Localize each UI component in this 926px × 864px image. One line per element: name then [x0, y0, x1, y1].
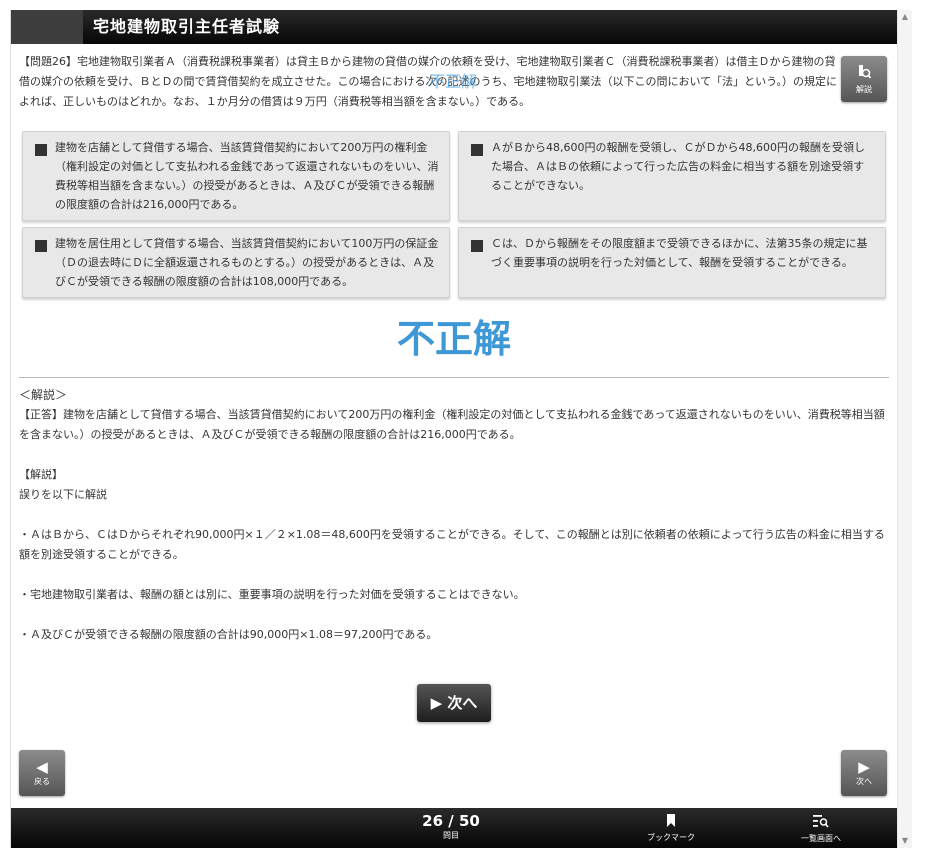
- triangle-right-icon: ▶: [858, 758, 870, 776]
- choice-4[interactable]: Ｃは、Ｄから報酬をその限度額まで受領できるほかに、法第35条の規定に基づく重要事…: [458, 227, 886, 298]
- counter-label: 問目: [443, 831, 459, 840]
- choice-3[interactable]: 建物を居住用として貸借する場合、当該賃貸借契約において100万円の保証金（Ｄの退…: [22, 227, 450, 298]
- next-button[interactable]: ▶ 次へ: [841, 750, 887, 796]
- list-view-button[interactable]: 一覧画面へ: [781, 814, 861, 845]
- bookmark-icon: [631, 814, 711, 832]
- choice-text: Ｃは、Ｄから報酬をその限度額まで受領できるほかに、法第35条の規定に基づく重要事…: [491, 237, 868, 269]
- footer-bar: 26 / 50 問目 ブックマーク 一覧画面へ: [11, 808, 897, 848]
- explanation-section: ＜解説＞ 【正答】建物を店舗として貸借する場合、当該賃貸借契約において200万円…: [19, 385, 889, 645]
- explanation-subheading: 【解説】: [19, 468, 63, 481]
- prev-label: 戻る: [34, 777, 50, 786]
- choice-text: 建物を居住用として貸借する場合、当該賃貸借契約において100万円の保証金（Ｄの退…: [55, 237, 439, 288]
- list-search-icon: [781, 814, 861, 833]
- bookmark-label: ブックマーク: [647, 833, 695, 842]
- divider: [19, 377, 889, 378]
- kaisetsu-label: 解説: [856, 85, 872, 94]
- next-question-button[interactable]: ▶ 次へ: [417, 684, 491, 722]
- correct-answer-text: 【正答】建物を店舗として貸借する場合、当該賃貸借契約において200万円の権利金（…: [19, 408, 885, 441]
- next-label: 次へ: [856, 777, 872, 786]
- explanation-heading: ＜解説＞: [19, 388, 68, 402]
- ghost-verdict-text: 不正解: [429, 72, 478, 91]
- choice-2[interactable]: ＡがＢから48,600円の報酬を受領し、ＣがＤから48,600円の報酬を受領した…: [458, 131, 886, 221]
- choice-checkbox: [471, 240, 483, 252]
- choice-text: 建物を店舗として貸借する場合、当該賃貸借契約において200万円の権利金（権利設定…: [55, 141, 439, 211]
- logo: [11, 10, 83, 44]
- choice-checkbox: [471, 144, 483, 156]
- header-bar: 宅地建物取引主任者試験: [11, 10, 897, 44]
- scrollbar[interactable]: ▲ ▼: [897, 10, 912, 848]
- choice-1[interactable]: 建物を店舗として貸借する場合、当該賃貸借契約において200万円の権利金（権利設定…: [22, 131, 450, 221]
- explanation-point-2: ・宅地建物取引業者は、報酬の額とは別に、重要事項の説明を行った対価を受領すること…: [19, 588, 525, 601]
- choice-text: ＡがＢから48,600円の報酬を受領し、ＣがＤから48,600円の報酬を受領した…: [491, 141, 865, 192]
- kaisetsu-button[interactable]: 解説: [841, 56, 887, 102]
- explanation-point-1: ・ＡはＢから、ＣはＤからそれぞれ90,000円×１／２×1.08＝48,600円…: [19, 528, 885, 561]
- page-title: 宅地建物取引主任者試験: [93, 17, 281, 36]
- scroll-down-icon[interactable]: ▼: [898, 834, 912, 848]
- choice-checkbox: [35, 144, 47, 156]
- counter-value: 26 / 50: [422, 812, 480, 830]
- app-frame: 宅地建物取引主任者試験 【問題26】宅地建物取引業者Ａ（消費税課税事業者）は貸主…: [10, 10, 898, 848]
- triangle-left-icon: ◀: [36, 758, 48, 776]
- bookmark-button[interactable]: ブックマーク: [631, 814, 711, 844]
- list-label: 一覧画面へ: [801, 834, 841, 843]
- scroll-up-icon[interactable]: ▲: [898, 10, 912, 24]
- lightbulb-icon: [841, 64, 887, 84]
- question-counter: 26 / 50 問目: [391, 812, 511, 842]
- explanation-point-3: ・Ａ及びＣが受領できる報酬の限度額の合計は90,000円×1.08＝97,200…: [19, 628, 438, 641]
- choice-checkbox: [35, 240, 47, 252]
- explanation-intro: 誤りを以下に解説: [19, 488, 107, 501]
- verdict-text: 不正解: [396, 317, 511, 361]
- prev-button[interactable]: ◀ 戻る: [19, 750, 65, 796]
